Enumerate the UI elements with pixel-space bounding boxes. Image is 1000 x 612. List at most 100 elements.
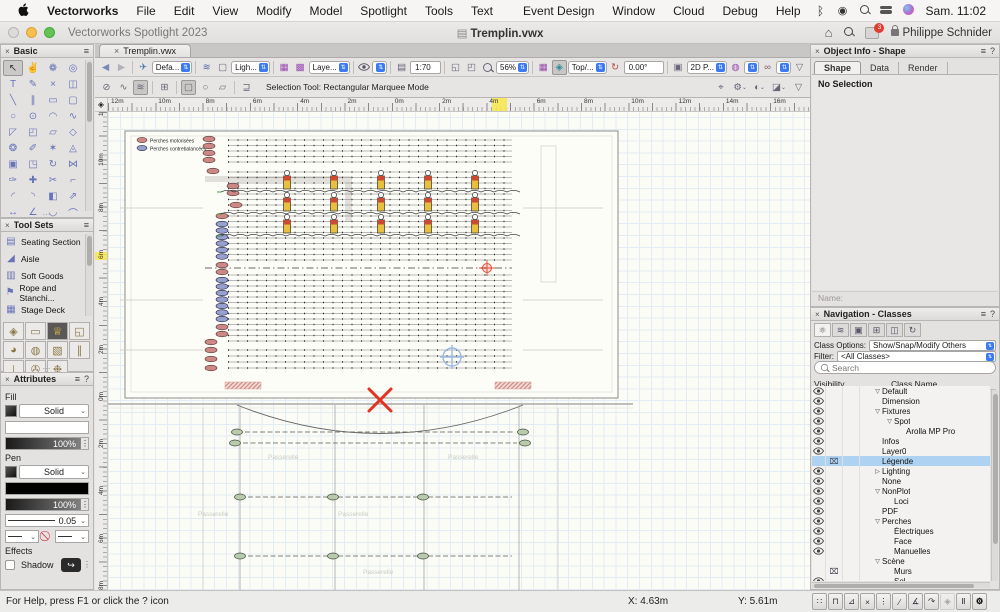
visibility-eye-icon[interactable] xyxy=(812,386,826,396)
layers-select[interactable]: Laye...⇅ xyxy=(309,61,350,74)
line-style-select-end[interactable]: ⌄ xyxy=(55,530,89,543)
basic-tool-26-icon[interactable]: ↻ xyxy=(43,156,63,172)
visibility-slot[interactable] xyxy=(843,546,860,556)
render-globe-icon[interactable]: ◐⌄ xyxy=(752,80,767,95)
visibility-slot[interactable] xyxy=(826,486,843,496)
opacity-mode-icon[interactable]: ◪⌄ xyxy=(771,80,787,95)
pen-opacity-slider[interactable]: 100%⋮ xyxy=(5,498,89,511)
visibility-slot[interactable] xyxy=(826,546,843,556)
home-icon[interactable]: ⌂ xyxy=(825,25,833,40)
basic-palette-header[interactable]: × Basic ≡ xyxy=(1,45,93,58)
basic-tool-14-icon[interactable]: ◠ xyxy=(43,108,63,124)
tool-set-grid-5-icon[interactable]: ◍ xyxy=(25,341,46,359)
tool-set-item-2[interactable]: ▥Soft Goods xyxy=(1,267,85,284)
opacity-menu-icon[interactable]: ⋮ xyxy=(80,438,88,449)
object-info-header[interactable]: × Object Info - Shape ≡ ? xyxy=(811,45,999,58)
visibility-slot[interactable] xyxy=(826,496,843,506)
basic-tool-2-icon[interactable]: ❁ xyxy=(43,60,63,76)
zoom-window-button[interactable] xyxy=(44,27,55,38)
mode-combo-icon[interactable]: ⊞ xyxy=(157,80,172,95)
basic-tool-6-icon[interactable]: × xyxy=(43,76,63,92)
basic-tool-17-icon[interactable]: ◰ xyxy=(23,124,43,140)
visibility-empty[interactable] xyxy=(812,556,826,566)
close-palette-icon[interactable]: × xyxy=(5,47,10,56)
tool-set-grid-6-icon[interactable]: ▧ xyxy=(47,341,68,359)
visibility-eye-icon[interactable] xyxy=(812,446,826,456)
opacity-menu-icon[interactable]: ⋮ xyxy=(80,499,88,510)
layer-plane-icon[interactable]: ▢ xyxy=(215,60,230,75)
basic-tool-18-icon[interactable]: ▱ xyxy=(43,124,63,140)
tool-sets-header[interactable]: × Tool Sets ≡ xyxy=(1,219,93,232)
menu-modify[interactable]: Modify xyxy=(247,4,300,18)
visibility-eye-icon[interactable] xyxy=(812,466,826,476)
visibility-slot[interactable] xyxy=(826,406,843,416)
visibility-eye-icon[interactable] xyxy=(812,546,826,556)
working-plane-snap-icon[interactable]: ◈ xyxy=(940,593,955,610)
visibility-slot[interactable] xyxy=(843,456,860,466)
tool-set-item-4[interactable]: ▦Stage Deck xyxy=(1,301,85,318)
layer-scale-value[interactable]: 1:70 xyxy=(410,61,441,74)
basic-tool-0-icon[interactable]: ↖ xyxy=(3,60,23,76)
visibility-eye-icon[interactable] xyxy=(812,436,826,446)
class-row-arolla-mp-pro[interactable]: Arolla MP Pro xyxy=(812,426,990,436)
render-style-select[interactable]: ⇅ xyxy=(776,61,791,74)
menu-spotlight[interactable]: Spotlight xyxy=(351,4,416,18)
visibility-slot[interactable] xyxy=(826,576,843,581)
class-row-scène[interactable]: ▽Scène xyxy=(812,556,990,566)
menu-event-design[interactable]: Event Design xyxy=(514,4,603,18)
basic-tool-34-icon[interactable]: ◧ xyxy=(43,188,63,204)
basic-tool-13-icon[interactable]: ⊙ xyxy=(23,108,43,124)
class-tree-vscrollbar[interactable] xyxy=(991,390,998,581)
basic-tool-10-icon[interactable]: ▭ xyxy=(43,92,63,108)
shadow-menu-icon[interactable]: ⋮ xyxy=(83,563,89,567)
view-select[interactable]: Top/...⇅ xyxy=(568,61,607,74)
class-row-default[interactable]: ▽Default xyxy=(812,386,990,396)
render-mode-select[interactable]: ⇅ xyxy=(744,61,759,74)
expander-icon[interactable]: ▽ xyxy=(873,518,882,525)
mode-disable-icon[interactable]: ⊘ xyxy=(99,80,114,95)
visibility-slot[interactable] xyxy=(843,406,860,416)
smart-points-icon[interactable]: ⋮ xyxy=(876,593,891,610)
nav-tab-references-icon[interactable]: ↻ xyxy=(904,323,921,337)
basic-tool-28-icon[interactable]: ✑ xyxy=(3,172,23,188)
mode-interactive-scale-icon[interactable]: ∿ xyxy=(116,80,131,95)
nav-tab-viewports-icon[interactable]: ⊞ xyxy=(868,323,885,337)
basic-tool-12-icon[interactable]: ○ xyxy=(3,108,23,124)
visibility-eye-icon[interactable] xyxy=(812,536,826,546)
class-row-pdf[interactable]: PDF xyxy=(812,506,990,516)
class-row-spot[interactable]: ▽Spot xyxy=(812,416,990,426)
ruler-origin-button[interactable]: ◈ xyxy=(95,98,108,112)
menu-debug[interactable]: Debug xyxy=(713,4,766,18)
class-row-dimension[interactable]: Dimension xyxy=(812,396,990,406)
basic-tool-15-icon[interactable]: ∿ xyxy=(63,108,83,124)
multi-view-icon[interactable]: ▦ xyxy=(536,60,551,75)
attributes-header[interactable]: × Attributes ≡ ? xyxy=(1,373,93,386)
tool-set-grid-0-icon[interactable]: ◈ xyxy=(3,322,24,340)
visibility-slot[interactable] xyxy=(843,526,860,536)
palette-menu-icon[interactable]: ≡ xyxy=(84,46,89,56)
pen-color-bar[interactable] xyxy=(5,482,89,495)
snapping-settings-gear-icon[interactable]: ⚙ xyxy=(972,593,987,610)
expander-icon[interactable]: ▽ xyxy=(885,418,894,425)
horizontal-ruler[interactable]: 12m10m8m6m4m2m0m2m4m6m8m10m12m14m16m18m xyxy=(108,98,810,112)
user-account[interactable]: Philippe Schnider xyxy=(891,27,992,39)
siri-icon[interactable] xyxy=(898,4,920,18)
visibility-eye-icon[interactable] xyxy=(812,526,826,536)
object-snap-icon[interactable]: ⊓ xyxy=(828,593,843,610)
class-row-none[interactable]: None xyxy=(812,476,990,486)
expander-icon[interactable]: ▽ xyxy=(873,388,882,395)
tool-set-item-0[interactable]: ▤Seating Section xyxy=(1,233,85,250)
basic-palette-scrollbar[interactable] xyxy=(85,60,92,211)
palette-help-icon[interactable]: ? xyxy=(84,374,89,384)
class-tree[interactable]: ▽DefaultDimension▽Fixtures▽SpotArolla MP… xyxy=(812,386,990,581)
visibility-slot[interactable] xyxy=(843,436,860,446)
class-window-icon[interactable]: ▦ xyxy=(277,60,292,75)
visibility-eye-icon[interactable] xyxy=(812,426,826,436)
visibility-slot[interactable] xyxy=(843,536,860,546)
pen-style-select[interactable]: Solid⌄ xyxy=(19,465,89,479)
visibility-eye-icon[interactable] xyxy=(812,416,826,426)
basic-tool-5-icon[interactable]: ✎ xyxy=(23,76,43,92)
visibility-eye-icon[interactable] xyxy=(812,476,826,486)
zoom-level-select[interactable]: 56%⇅ xyxy=(496,61,529,74)
layer-stack-icon[interactable]: ≋ xyxy=(199,60,214,75)
